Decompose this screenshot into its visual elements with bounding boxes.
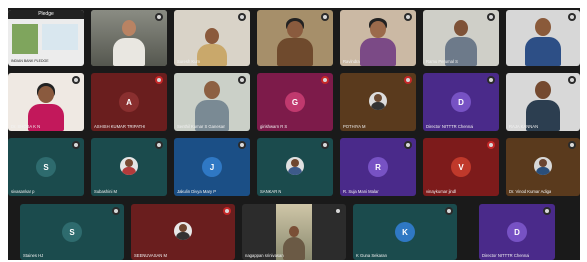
participant-tile[interactable]: Ramu Perumal S xyxy=(423,10,499,66)
avatar-initial: V xyxy=(451,157,471,177)
participant-name: RAJA KANNAN xyxy=(509,124,539,129)
avatar-initial: D xyxy=(451,92,471,112)
mic-icon xyxy=(238,76,246,84)
avatar-photo xyxy=(286,157,304,175)
avatar-initial: G xyxy=(285,92,305,112)
participant-tile[interactable]: J Jakulin Divya Mary P xyxy=(174,138,250,196)
participant-name: POTHIYA M xyxy=(343,124,366,129)
participant-name: Jakulin Divya Mary P xyxy=(177,189,217,194)
participant-tile[interactable]: Dr. SHOBA K N xyxy=(8,73,84,131)
mic-icon xyxy=(321,141,329,149)
participant-silhouette xyxy=(522,18,564,66)
mic-icon xyxy=(321,13,329,21)
mic-muted-icon xyxy=(487,141,495,149)
avatar-initial: D xyxy=(507,222,527,242)
participant-tile[interactable]: S Staines HJ xyxy=(20,204,124,260)
mic-icon xyxy=(543,207,551,215)
participant-name: Director NITTTR Chennai xyxy=(426,124,474,129)
participant-tile[interactable]: nagappan srinivasan xyxy=(242,204,346,260)
mic-icon xyxy=(334,207,342,215)
mic-muted-icon xyxy=(155,76,163,84)
participant-name: Suresh Kum xyxy=(177,59,201,64)
participant-name: sivasankar p xyxy=(11,189,35,194)
mic-icon xyxy=(487,76,495,84)
mic-icon xyxy=(155,13,163,21)
mic-icon xyxy=(155,141,163,149)
mic-icon xyxy=(404,13,412,21)
participant-tile[interactable] xyxy=(91,10,167,66)
participant-silhouette xyxy=(109,20,149,66)
avatar-photo xyxy=(369,92,387,110)
mic-icon xyxy=(568,141,576,149)
participant-tile[interactable]: D Director NITTTR Chennai xyxy=(479,204,555,260)
mic-icon xyxy=(72,141,80,149)
pledge-text-block xyxy=(42,24,78,50)
participant-name: Ravindra xyxy=(343,59,360,64)
participant-tile[interactable]: Senthil Kumar S Ganesan xyxy=(174,73,250,131)
participant-silhouette xyxy=(274,18,316,66)
participant-name: Dr. Vinod Kumar Adiga xyxy=(509,189,552,194)
mic-icon xyxy=(238,141,246,149)
participant-tile[interactable]: V vinaykumar jindl xyxy=(423,138,499,196)
mic-icon xyxy=(487,13,495,21)
participant-name: ASHISH KUMAR TRIPATHI xyxy=(94,124,146,129)
mic-muted-icon xyxy=(321,76,329,84)
avatar-initial: S xyxy=(36,157,56,177)
participant-tile[interactable] xyxy=(506,10,580,66)
mic-muted-icon xyxy=(404,76,412,84)
participant-tile[interactable]: SEENUVASAN M xyxy=(131,204,235,260)
participant-name: nagappan srinivasan xyxy=(245,253,284,258)
participant-tile[interactable]: K K Guna Sekaran xyxy=(353,204,457,260)
participant-tile[interactable]: RAJA KANNAN xyxy=(506,73,580,131)
pledge-image xyxy=(12,24,38,54)
participant-tile[interactable]: Suresh Kum xyxy=(174,10,250,66)
participant-silhouette xyxy=(281,226,307,260)
avatar-initial: J xyxy=(202,157,222,177)
participant-name: Staines HJ xyxy=(23,253,44,258)
avatar-photo xyxy=(174,222,192,240)
mic-icon xyxy=(404,141,412,149)
avatar-initial: K xyxy=(395,222,415,242)
participant-name: SEENUVASAN M xyxy=(134,253,167,258)
participant-tile[interactable]: POTHIYA M xyxy=(340,73,416,131)
participant-name: Ramu Perumal S xyxy=(426,59,458,64)
mic-icon xyxy=(72,76,80,84)
participant-name: SANKAR N xyxy=(260,189,282,194)
avatar-photo xyxy=(534,157,552,175)
participant-gallery: Pledge INDIAN BANK PLEDGE Suresh Kum Rav… xyxy=(8,8,580,260)
video-call-window: Pledge INDIAN BANK PLEDGE Suresh Kum Rav… xyxy=(0,0,587,262)
participant-tile[interactable]: G girishwarn R S xyxy=(257,73,333,131)
pinned-content-caption: INDIAN BANK PLEDGE xyxy=(11,59,49,63)
pinned-content-tile[interactable]: Pledge INDIAN BANK PLEDGE xyxy=(8,10,84,66)
participant-name: K Guna Sekaran xyxy=(356,253,387,258)
mic-icon xyxy=(568,13,576,21)
participant-name: girishwarn R S xyxy=(260,124,288,129)
participant-tile[interactable]: Dr. Vinod Kumar Adiga xyxy=(506,138,580,196)
participant-tile[interactable]: S sivasankar p xyxy=(8,138,84,196)
participant-tile[interactable]: A ASHISH KUMAR TRIPATHI xyxy=(91,73,167,131)
mic-muted-icon xyxy=(223,207,231,215)
participant-tile[interactable]: R R. Suja Mani Malar xyxy=(340,138,416,196)
participant-name: vinaykumar jindl xyxy=(426,189,457,194)
mic-icon xyxy=(238,13,246,21)
participant-tile[interactable]: D Director NITTTR Chennai xyxy=(423,73,499,131)
participant-tile[interactable]: Subashini M xyxy=(91,138,167,196)
participant-tile[interactable] xyxy=(257,10,333,66)
mic-icon xyxy=(112,207,120,215)
participant-name: Dr. SHOBA K N xyxy=(11,124,41,129)
participant-tile[interactable]: SANKAR N xyxy=(257,138,333,196)
participant-name: R. Suja Mani Malar xyxy=(343,189,379,194)
avatar-initial: R xyxy=(368,157,388,177)
participant-tile[interactable]: Ravindra xyxy=(340,10,416,66)
avatar-initial: A xyxy=(119,92,139,112)
participant-silhouette xyxy=(357,18,399,66)
mic-icon xyxy=(568,76,576,84)
participant-name: Director NITTTR Chennai xyxy=(482,253,530,258)
pinned-content-title: Pledge xyxy=(8,10,84,19)
participant-name: Senthil Kumar S Ganesan xyxy=(177,124,226,129)
mic-icon xyxy=(445,207,453,215)
avatar-initial: S xyxy=(62,222,82,242)
participant-name: Subashini M xyxy=(94,189,118,194)
avatar-photo xyxy=(120,157,138,175)
